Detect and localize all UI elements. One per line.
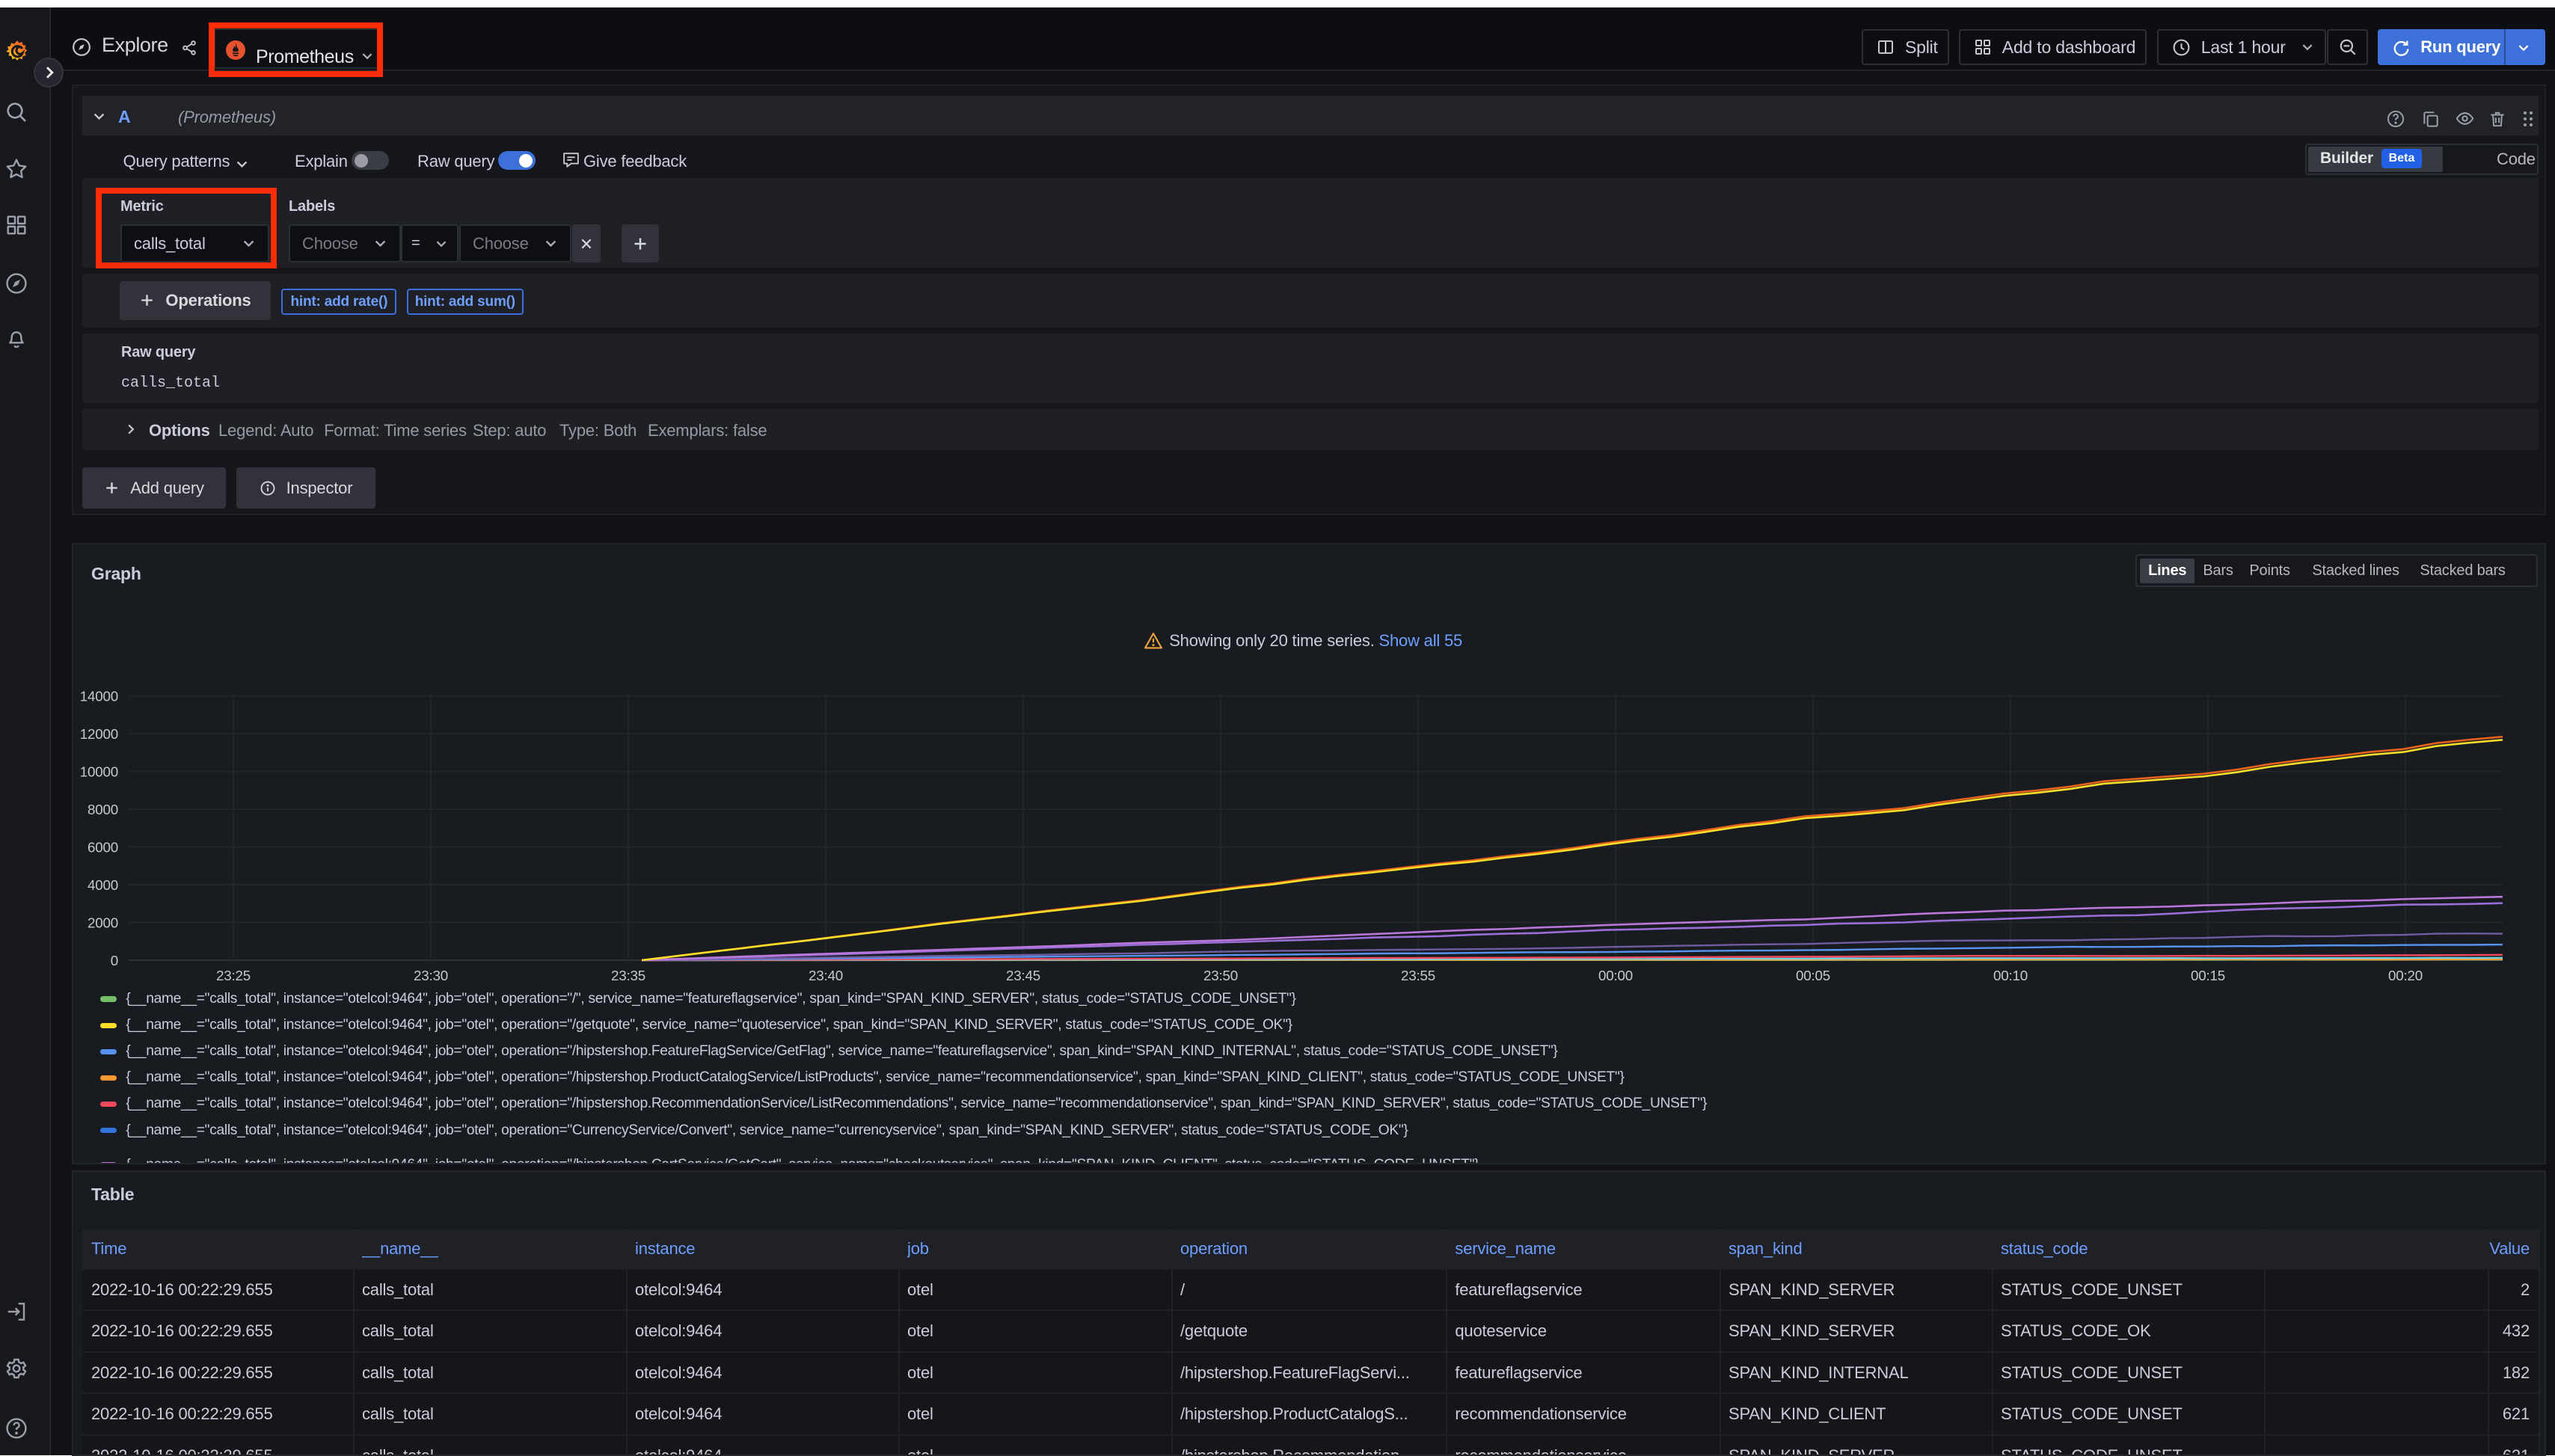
svg-text:23:35: 23:35 xyxy=(611,968,645,983)
svg-text:23:40: 23:40 xyxy=(809,968,843,983)
svg-text:10000: 10000 xyxy=(80,764,118,780)
svg-text:00:10: 00:10 xyxy=(1993,968,2028,983)
svg-text:23:30: 23:30 xyxy=(414,968,448,983)
svg-text:14000: 14000 xyxy=(80,689,118,704)
svg-text:23:25: 23:25 xyxy=(216,968,251,983)
svg-text:6000: 6000 xyxy=(88,840,118,856)
svg-text:4000: 4000 xyxy=(88,877,118,893)
svg-text:23:45: 23:45 xyxy=(1006,968,1040,983)
svg-text:00:00: 00:00 xyxy=(1598,968,1633,983)
svg-text:8000: 8000 xyxy=(88,802,118,817)
svg-text:23:50: 23:50 xyxy=(1203,968,1238,983)
svg-text:0: 0 xyxy=(111,953,118,968)
svg-text:00:20: 00:20 xyxy=(2388,968,2423,983)
svg-text:00:05: 00:05 xyxy=(1796,968,1830,983)
svg-text:12000: 12000 xyxy=(80,726,118,742)
svg-text:23:55: 23:55 xyxy=(1401,968,1435,983)
svg-text:00:15: 00:15 xyxy=(2191,968,2225,983)
svg-text:2000: 2000 xyxy=(88,915,118,931)
